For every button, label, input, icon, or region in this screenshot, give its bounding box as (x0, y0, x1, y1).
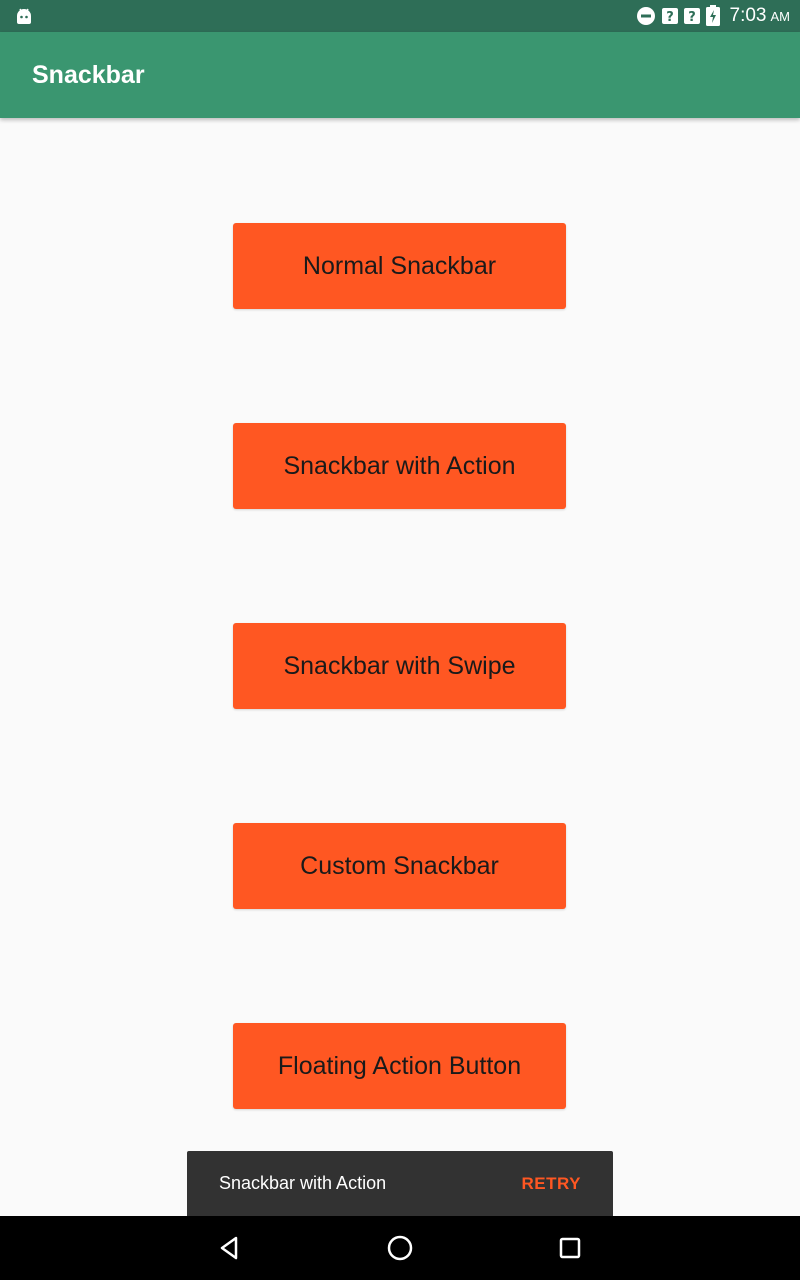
snackbar-message: Snackbar with Action (219, 1173, 387, 1193)
svg-text:?: ? (688, 10, 696, 25)
wifi-unknown-icon: ? (661, 8, 678, 25)
snackbar-with-action-button[interactable]: Snackbar with Action (233, 423, 566, 509)
status-bar: ? ? 7:03 AM (0, 0, 800, 32)
app-bar: Snackbar (0, 32, 800, 118)
do-not-disturb-icon (636, 7, 655, 25)
recents-icon[interactable] (554, 1232, 586, 1264)
android-icon (17, 8, 31, 24)
back-icon[interactable] (214, 1232, 246, 1264)
snackbar-with-swipe-button[interactable]: Snackbar with Swipe (233, 623, 566, 709)
battery-charging-icon (705, 5, 720, 26)
snackbar: Snackbar with Action RETRY (187, 1151, 613, 1216)
normal-snackbar-button[interactable]: Normal Snackbar (233, 223, 566, 309)
status-clock: 7:03 AM (730, 5, 790, 27)
floating-action-button-button[interactable]: Floating Action Button (233, 1023, 566, 1109)
custom-snackbar-button[interactable]: Custom Snackbar (233, 823, 566, 909)
home-icon[interactable] (384, 1232, 416, 1264)
snackbar-retry-action[interactable]: RETRY (522, 1151, 582, 1216)
navigation-bar (0, 1216, 800, 1280)
svg-text:?: ? (666, 10, 674, 25)
app-title: Snackbar (32, 61, 145, 89)
signal-unknown-icon: ? (683, 8, 700, 25)
clock-time: 7:03 (729, 5, 767, 26)
clock-ampm: AM (770, 9, 791, 24)
